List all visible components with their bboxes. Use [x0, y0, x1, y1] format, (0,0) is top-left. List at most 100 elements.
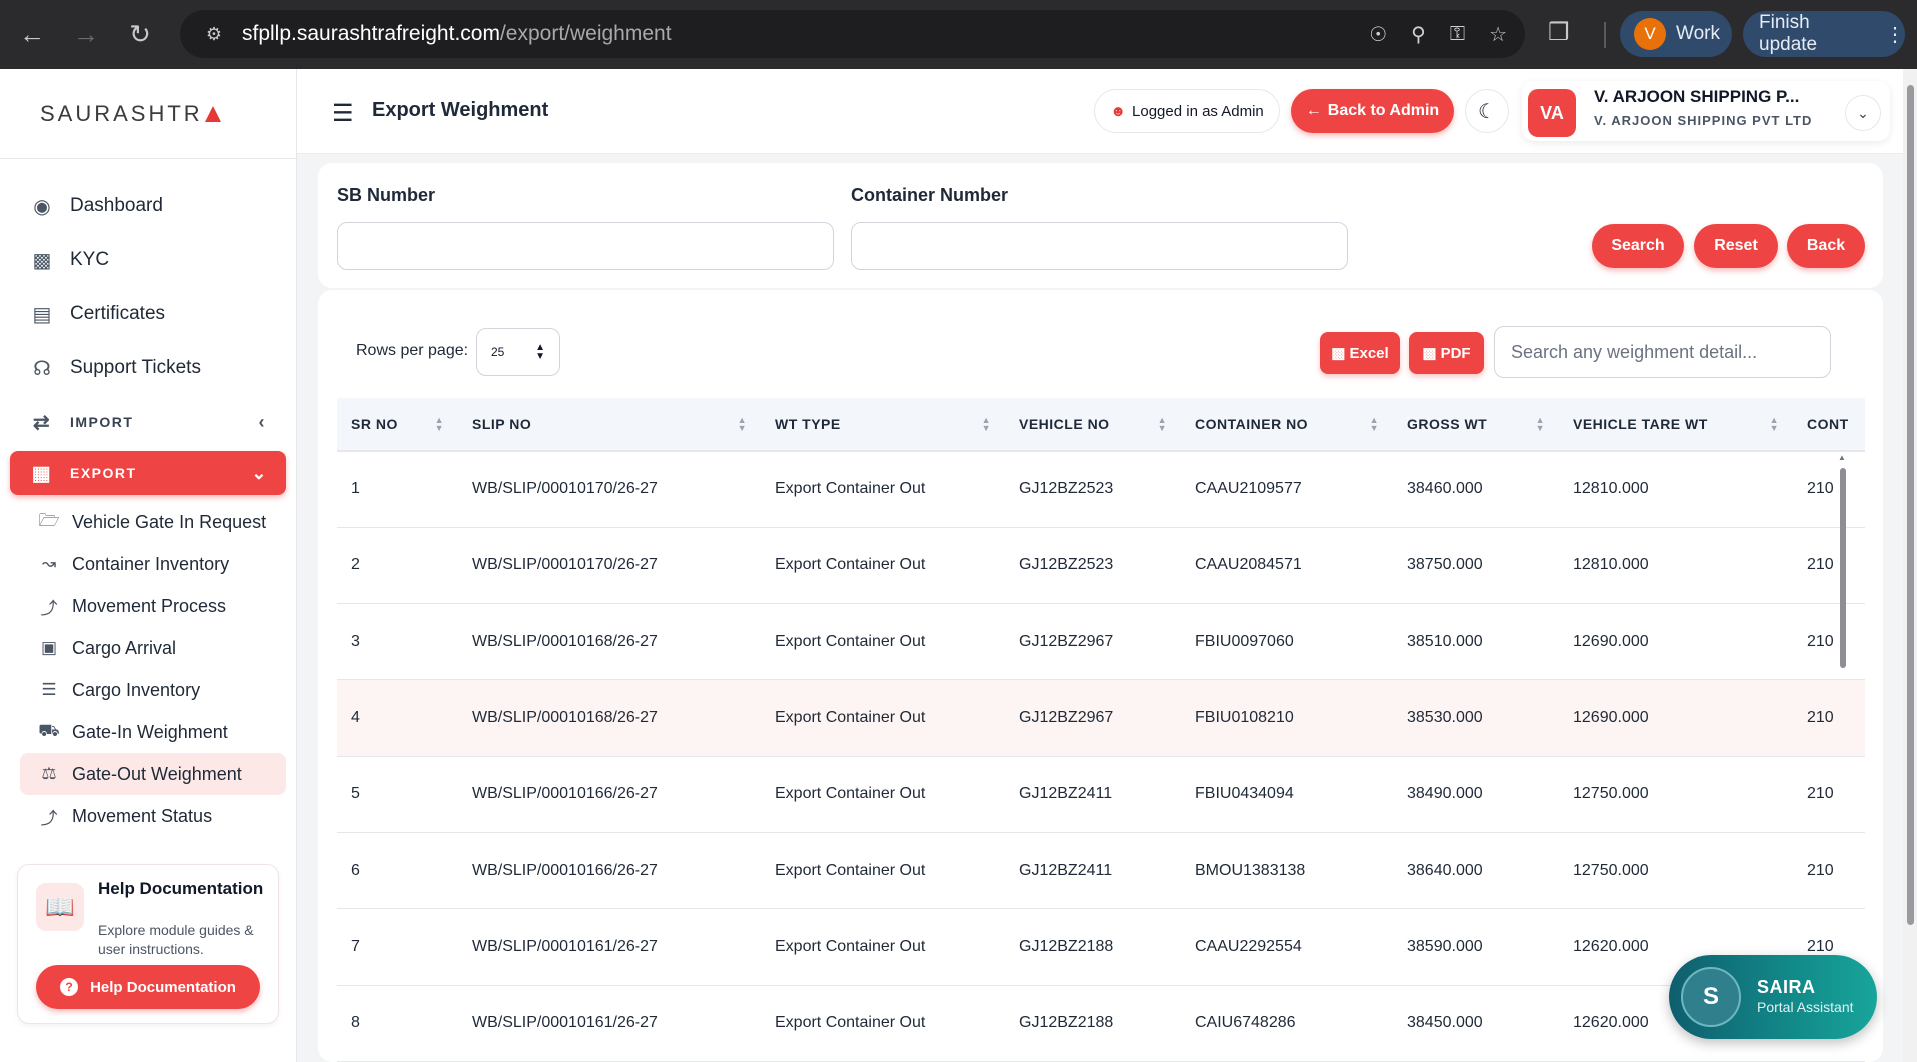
route-icon: ⤴: [40, 598, 58, 618]
profile-button[interactable]: V Work: [1620, 11, 1732, 57]
dark-mode-toggle[interactable]: ☾: [1465, 89, 1509, 133]
table-cell: 2: [337, 527, 458, 605]
table-search-input[interactable]: [1494, 326, 1831, 378]
hamburger-menu-icon[interactable]: ☰: [332, 99, 354, 128]
column-header-wt-type[interactable]: WT TYPE ▲ ▼: [761, 398, 1005, 452]
export-excel-button[interactable]: ▩ Excel: [1320, 332, 1400, 374]
sidebar-item-certificates[interactable]: ▤ Certificates: [0, 287, 296, 341]
sidebar-item-label: Gate-Out Weighment: [72, 763, 242, 784]
table-cell: WB/SLIP/00010170/26-27: [458, 451, 761, 528]
column-header-vehicle-tare-wt[interactable]: VEHICLE TARE WT ▲ ▼: [1559, 398, 1793, 452]
search-button[interactable]: Search: [1592, 224, 1684, 268]
company-switcher[interactable]: VA V. ARJOON SHIPPING P... V. ARJOON SHI…: [1522, 81, 1890, 141]
location-icon[interactable]: ☉: [1369, 22, 1387, 47]
help-documentation-button[interactable]: ? Help Documentation: [36, 965, 260, 1009]
table-scrollbar[interactable]: [1840, 468, 1846, 668]
page-scrollbar-thumb[interactable]: [1907, 85, 1914, 925]
container-number-input[interactable]: [851, 222, 1348, 270]
sidebar-section-import[interactable]: ⇄ IMPORT ‹: [0, 395, 296, 449]
table-cell: 38510.000: [1393, 603, 1559, 681]
sidebar-item-support-tickets[interactable]: ☊ Support Tickets: [0, 341, 296, 395]
sidebar-item-movement-process[interactable]: ⤴ Movement Process: [20, 585, 286, 627]
table-cell: GJ12BZ2967: [1005, 603, 1181, 681]
sidebar-item-cargo-inventory[interactable]: ☰ Cargo Inventory: [20, 669, 286, 711]
sidebar-item-vehicle-gate-in-request[interactable]: 🗁 Vehicle Gate In Request: [20, 501, 286, 543]
container-number-label: Container Number: [851, 185, 1009, 205]
table-row[interactable]: 5 WB/SLIP/00010166/26-27 Export Container …: [337, 756, 1865, 833]
sidebar-item-gate-in-weighment[interactable]: ⛟ Gate-In Weighment: [20, 711, 286, 753]
rows-per-page-select[interactable]: 25 ▲ ▼: [476, 328, 560, 376]
truck-loading-icon: ▣: [40, 638, 58, 657]
sidebar-item-label: Vehicle Gate In Request: [72, 511, 267, 532]
table-cell: 12750.000: [1559, 756, 1793, 833]
logo-text: SAURASHTR: [40, 100, 203, 126]
scale-icon: ⚖: [41, 764, 57, 783]
sidebar-section-export[interactable]: ▦ EXPORT ⌄: [10, 451, 286, 495]
reset-button[interactable]: Reset: [1694, 224, 1778, 268]
file-excel-icon: ▩: [1331, 345, 1346, 362]
table-cell: 12690.000: [1559, 603, 1793, 681]
table-row[interactable]: 3 WB/SLIP/00010168/26-27 Export Container …: [337, 603, 1865, 681]
finish-update-button[interactable]: Finish update ⋮: [1743, 11, 1905, 57]
table-cell: Export Container Out: [761, 985, 1005, 1062]
extensions-icon[interactable]: ❒: [1548, 18, 1570, 47]
sidebar-item-kyc[interactable]: ▩ KYC: [0, 233, 296, 287]
back-to-admin-button[interactable]: ← Back to Admin: [1291, 89, 1454, 133]
column-header-container-no[interactable]: CONTAINER NO ▲ ▼: [1181, 398, 1393, 452]
table-cell: 1: [337, 451, 458, 528]
table-cell: FBIU0434094: [1181, 756, 1393, 833]
table-row[interactable]: 2 WB/SLIP/00010170/26-27 Export Container …: [337, 527, 1865, 605]
scroll-up-arrow-icon[interactable]: ▲: [1838, 453, 1846, 462]
table-cell: CAIU6748286: [1181, 985, 1393, 1062]
url-text[interactable]: sfpllp.saurashtrafreight.com/export/weig…: [242, 22, 672, 46]
bookmark-star-icon[interactable]: ☆: [1489, 22, 1507, 47]
table-row[interactable]: 6 WB/SLIP/00010166/26-27 Export Container …: [337, 832, 1865, 910]
sidebar-item-movement-status[interactable]: ⤴ Movement Status: [20, 795, 286, 837]
table-row[interactable]: 7 WB/SLIP/00010161/26-27 Export Container …: [337, 908, 1865, 986]
table-cell: GJ12BZ2523: [1005, 451, 1181, 528]
logo[interactable]: SAURASHTR: [0, 69, 296, 159]
rows-per-page-label: Rows per page:: [356, 342, 469, 359]
sidebar-item-label: Container Inventory: [72, 553, 230, 574]
portal-assistant-button[interactable]: S SAIRA Portal Assistant: [1669, 955, 1877, 1039]
column-header-slip-no[interactable]: SLIP NO ▲ ▼: [458, 398, 761, 452]
table-scroll-area[interactable]: SR NO ▲ ▼ SLIP NO ▲ ▼ WT TYPE ▲ ▼ VEHICLE NO ▲ ▼…: [337, 398, 1865, 1062]
zoom-icon[interactable]: ⚲: [1411, 22, 1426, 47]
sidebar-item-dashboard[interactable]: ◉ Dashboard: [0, 179, 296, 233]
table-cell: WB/SLIP/00010166/26-27: [458, 832, 761, 910]
table-cell: 210: [1793, 832, 1865, 910]
forward-arrow-icon[interactable]: →: [64, 13, 108, 57]
back-button[interactable]: Back: [1787, 224, 1865, 268]
chevron-down-icon[interactable]: ⌄: [1845, 95, 1881, 131]
logged-in-badge: ☻ Logged in as Admin: [1094, 89, 1280, 133]
logged-in-label: Logged in as Admin: [1132, 102, 1264, 120]
page-scrollbar[interactable]: [1903, 69, 1917, 1062]
address-bar[interactable]: ⚙ sfpllp.saurashtrafreight.com/export/we…: [180, 10, 1525, 58]
column-header-sr-no[interactable]: SR NO ▲ ▼: [337, 398, 458, 452]
table-row[interactable]: 8 WB/SLIP/00010161/26-27 Export Container …: [337, 985, 1865, 1062]
reload-icon[interactable]: ↻: [118, 13, 162, 57]
table-cell: WB/SLIP/00010168/26-27: [458, 679, 761, 757]
sidebar-item-gate-out-weighment[interactable]: ⚖ Gate-Out Weighment: [20, 753, 286, 795]
column-header-cont[interactable]: CONT: [1793, 398, 1865, 452]
arrow-left-icon: ←: [1305, 102, 1322, 119]
company-full-name: V. ARJOON SHIPPING PVT LTD: [1594, 113, 1813, 128]
table-cell: FBIU0097060: [1181, 603, 1393, 681]
weighment-table: SR NO ▲ ▼ SLIP NO ▲ ▼ WT TYPE ▲ ▼ VEHICLE NO ▲ ▼…: [337, 398, 1865, 1062]
back-arrow-icon[interactable]: ←: [10, 13, 54, 57]
company-name: V. ARJOON SHIPPING P...: [1594, 87, 1800, 106]
sb-number-input[interactable]: [337, 222, 834, 270]
key-icon[interactable]: ⚿: [1450, 23, 1465, 46]
column-header-vehicle-no[interactable]: VEHICLE NO ▲ ▼: [1005, 398, 1181, 452]
table-cell: WB/SLIP/00010166/26-27: [458, 756, 761, 833]
sidebar-item-cargo-arrival[interactable]: ▣ Cargo Arrival: [20, 627, 286, 669]
sort-icon: ▲ ▼: [1535, 415, 1545, 433]
table-cell: 3: [337, 603, 458, 681]
column-header-gross-wt[interactable]: GROSS WT ▲ ▼: [1393, 398, 1559, 452]
site-settings-icon[interactable]: ⚙: [194, 24, 234, 45]
export-pdf-button[interactable]: ▩ PDF: [1409, 332, 1484, 374]
table-row[interactable]: 4 WB/SLIP/00010168/26-27 Export Container …: [337, 679, 1865, 757]
sidebar-item-container-inventory[interactable]: ↝ Container Inventory: [20, 543, 286, 585]
table-row[interactable]: 1 WB/SLIP/00010170/26-27 Export Container …: [337, 451, 1865, 528]
sidebar: SAURASHTR ◉ Dashboard ▩ KYC ▤ Certificat…: [0, 69, 297, 1062]
